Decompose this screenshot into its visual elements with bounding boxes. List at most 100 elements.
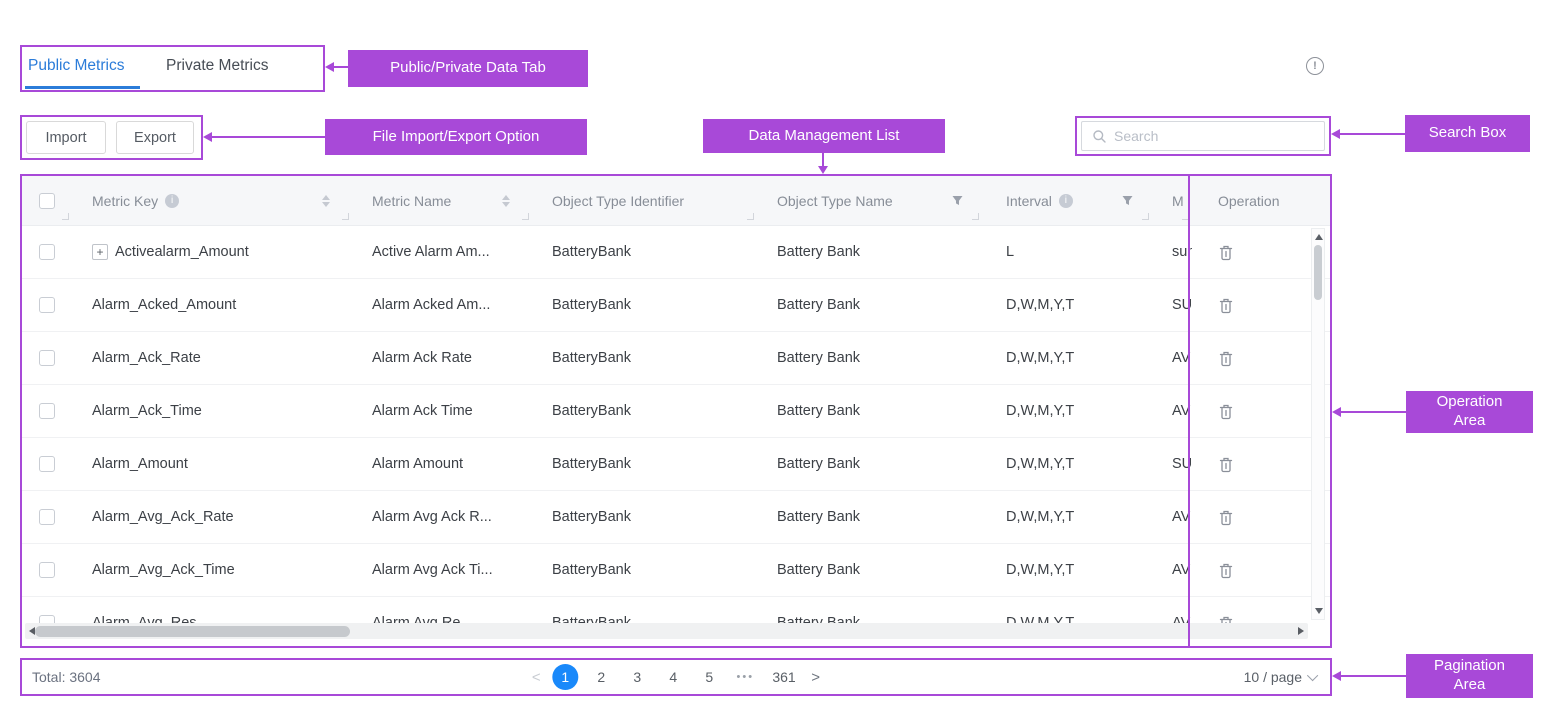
page-number[interactable]: ••• [732, 664, 758, 690]
delete-icon[interactable] [1218, 297, 1234, 314]
vertical-scrollbar-thumb[interactable] [1314, 245, 1322, 300]
metric-name-cell: Alarm Avg Ack Ti... [352, 562, 532, 578]
previous-page-button[interactable]: < [525, 664, 547, 690]
column-header-metric-key[interactable]: Metric Key i [72, 176, 352, 225]
table-row: Alarm_Avg_Ack_Time Alarm Avg Ack Ti... B… [22, 544, 1330, 597]
column-header-interval[interactable]: Interval i [982, 176, 1152, 225]
tab-private-metrics[interactable]: Private Metrics [166, 57, 269, 75]
page-number[interactable]: 4 [660, 664, 686, 690]
measure-method-cell: sum [1152, 244, 1192, 260]
row-checkbox[interactable] [39, 456, 55, 472]
filter-icon[interactable] [1121, 194, 1134, 207]
delete-icon[interactable] [1218, 562, 1234, 579]
sort-icon[interactable] [502, 195, 510, 207]
column-header-object-type-name[interactable]: Object Type Name [757, 176, 982, 225]
total-count-label: Total: 3604 [32, 660, 101, 694]
expand-icon[interactable]: + [92, 244, 108, 260]
table-header-row: Metric Key i Metric Name Object Type Ide… [22, 176, 1330, 226]
measure-method-header-label: M [1172, 193, 1184, 209]
filter-icon[interactable] [951, 194, 964, 207]
page-number[interactable]: 1 [552, 664, 578, 690]
data-management-table: Metric Key i Metric Name Object Type Ide… [22, 176, 1330, 646]
annotation-arrowhead [203, 132, 212, 142]
search-box[interactable] [1081, 121, 1325, 151]
annotation-arrowhead [818, 166, 828, 174]
measure-method-cell: AV [1152, 403, 1192, 419]
annotation-arrow-line [1341, 675, 1406, 677]
delete-icon[interactable] [1218, 350, 1234, 367]
info-icon[interactable]: i [1059, 194, 1073, 208]
annotation-label-pagination: Pagination Area [1406, 654, 1533, 698]
metric-key-cell: Alarm_Ack_Rate [92, 350, 201, 366]
vertical-scrollbar[interactable] [1311, 228, 1325, 620]
interval-header-label: Interval [1006, 193, 1052, 209]
page-number[interactable]: 5 [696, 664, 722, 690]
row-checkbox[interactable] [39, 244, 55, 260]
metric-key-cell: Alarm_Avg_Ack_Time [92, 562, 235, 578]
delete-icon[interactable] [1218, 403, 1234, 420]
horizontal-scrollbar-thumb[interactable] [35, 626, 350, 637]
scroll-right-icon[interactable] [1298, 627, 1304, 635]
next-page-button[interactable]: > [805, 664, 827, 690]
row-checkbox[interactable] [39, 562, 55, 578]
table-row: Alarm_Acked_Amount Alarm Acked Am... Bat… [22, 279, 1330, 332]
annotation-arrow-line [334, 66, 348, 68]
page-size-selector[interactable]: 10 / page [1244, 660, 1318, 694]
select-all-checkbox[interactable] [39, 193, 55, 209]
object-type-identifier-cell: BatteryBank [532, 509, 757, 525]
row-checkbox[interactable] [39, 509, 55, 525]
column-header-metric-name[interactable]: Metric Name [352, 176, 532, 225]
import-button[interactable]: Import [26, 121, 106, 154]
annotation-arrowhead [1332, 671, 1341, 681]
page-number[interactable]: 361 [768, 664, 799, 690]
chevron-down-icon [1307, 670, 1318, 681]
table-row: Alarm_Amount Alarm Amount BatteryBank Ba… [22, 438, 1330, 491]
scroll-down-icon[interactable] [1315, 608, 1323, 614]
metric-key-cell: Alarm_Amount [92, 456, 188, 472]
search-input[interactable] [1114, 128, 1314, 144]
delete-icon[interactable] [1218, 509, 1234, 526]
sort-icon[interactable] [322, 195, 330, 207]
row-checkbox[interactable] [39, 297, 55, 313]
page-number[interactable]: 3 [624, 664, 650, 690]
measure-method-cell: AV [1152, 509, 1192, 525]
info-icon[interactable]: i [165, 194, 179, 208]
metric-name-cell: Alarm Acked Am... [352, 297, 532, 313]
delete-icon[interactable] [1218, 456, 1234, 473]
metric-key-cell: Alarm_Ack_Time [92, 403, 202, 419]
object-type-name-header-label: Object Type Name [777, 193, 893, 209]
table-row: + Activealarm_Amount Active Alarm Am... … [22, 226, 1330, 279]
annotation-arrow-line [1341, 411, 1406, 413]
column-header-operation: Operation [1192, 176, 1330, 225]
info-circle-icon[interactable]: ! [1306, 57, 1324, 75]
measure-method-cell: SU [1152, 297, 1192, 313]
tab-public-metrics[interactable]: Public Metrics [28, 57, 124, 75]
column-header-object-type-identifier: Object Type Identifier [532, 176, 757, 225]
object-type-identifier-header-label: Object Type Identifier [552, 193, 684, 209]
horizontal-scrollbar[interactable] [25, 623, 1308, 639]
metric-name-header-label: Metric Name [372, 193, 451, 209]
row-checkbox[interactable] [39, 350, 55, 366]
export-button[interactable]: Export [116, 121, 194, 154]
measure-method-cell: AV [1152, 350, 1192, 366]
page-size-label: 10 / page [1244, 669, 1302, 685]
interval-cell: D,W,M,Y,T [982, 456, 1152, 472]
column-header-measure-method-truncated: M [1152, 176, 1192, 225]
metric-key-cell: Alarm_Acked_Amount [92, 297, 236, 313]
row-checkbox[interactable] [39, 403, 55, 419]
object-type-name-cell: Battery Bank [757, 297, 982, 313]
object-type-identifier-cell: BatteryBank [532, 297, 757, 313]
delete-icon[interactable] [1218, 244, 1234, 261]
scroll-up-icon[interactable] [1315, 234, 1323, 240]
pager: < 12345 ••• 361 > [525, 660, 826, 694]
measure-method-cell: SU [1152, 456, 1192, 472]
object-type-name-cell: Battery Bank [757, 350, 982, 366]
metric-name-cell: Alarm Ack Time [352, 403, 532, 419]
page-number[interactable]: 2 [588, 664, 614, 690]
annotation-label-tab: Public/Private Data Tab [348, 50, 588, 87]
metric-name-cell: Alarm Amount [352, 456, 532, 472]
interval-cell: D,W,M,Y,T [982, 509, 1152, 525]
measure-method-cell: AV [1152, 562, 1192, 578]
object-type-name-cell: Battery Bank [757, 456, 982, 472]
object-type-name-cell: Battery Bank [757, 244, 982, 260]
